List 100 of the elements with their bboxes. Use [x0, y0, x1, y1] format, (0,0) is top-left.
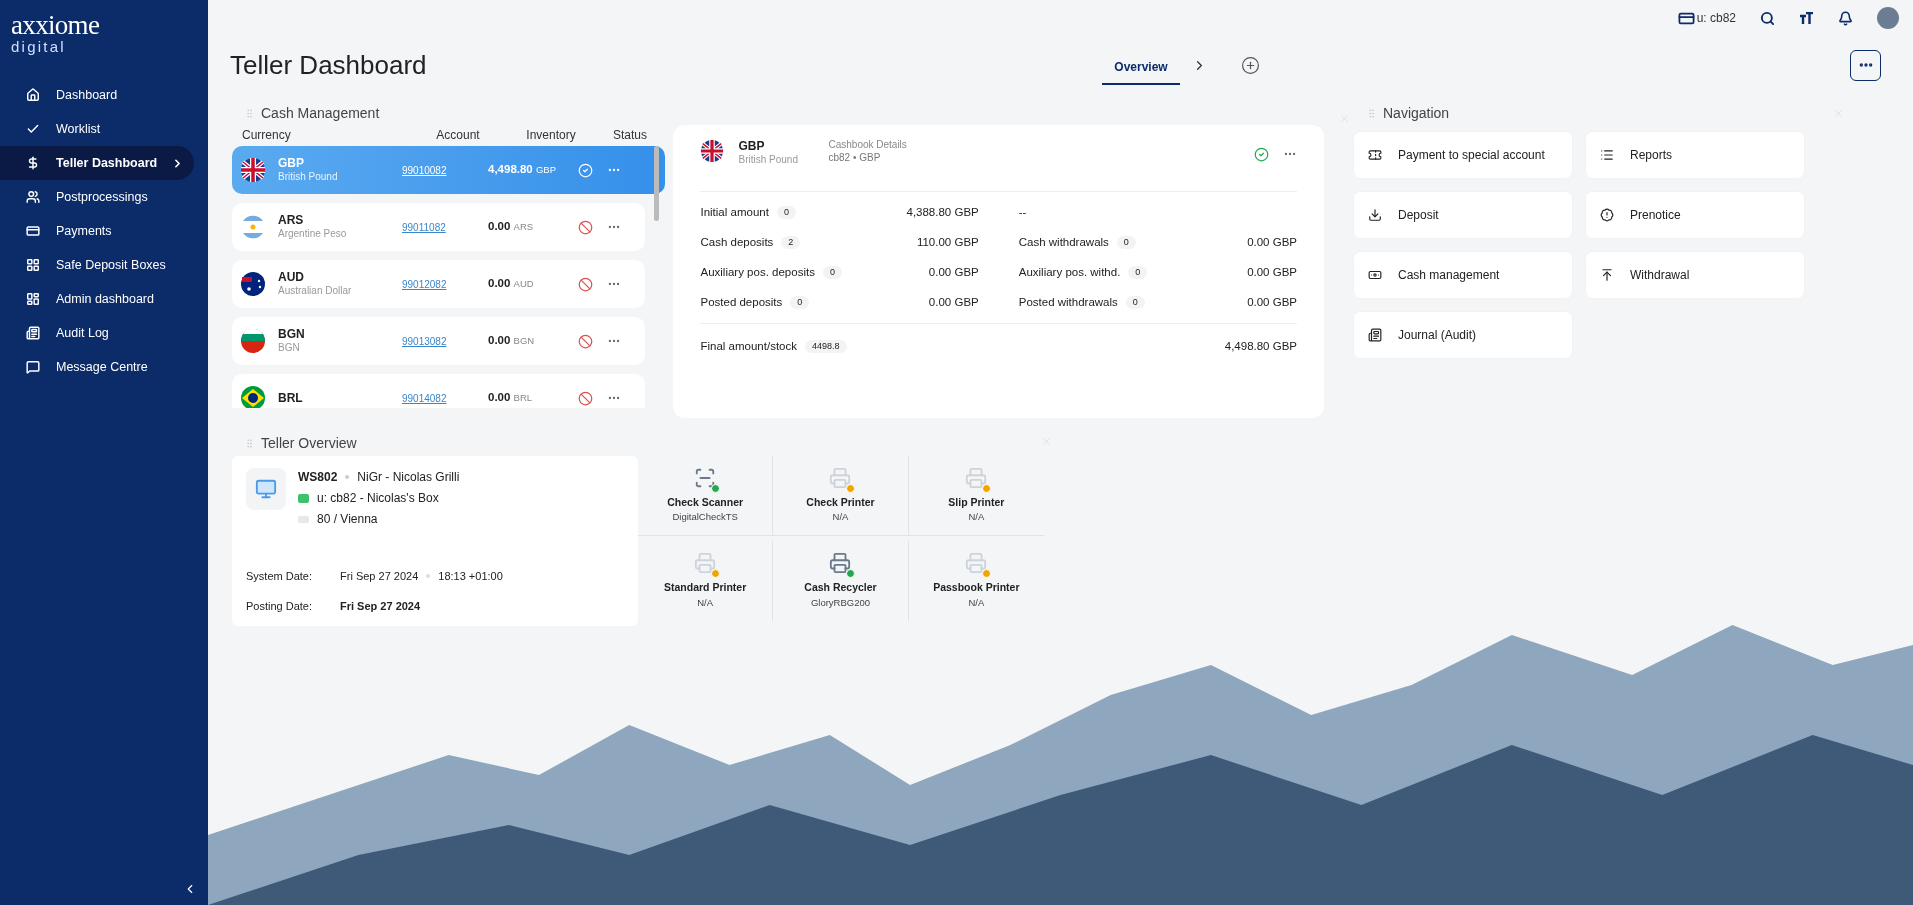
- currency-name: British Pound: [278, 171, 339, 184]
- message-icon: [26, 360, 40, 374]
- account-link[interactable]: 99012082: [402, 276, 472, 292]
- currency-name: British Pound: [738, 154, 799, 167]
- logo-wordmark: axxiome: [11, 12, 101, 39]
- currency-code: ARS: [278, 213, 305, 229]
- device-name: Passbook Printer: [933, 580, 1020, 595]
- branch-name: 80 / Vienna: [317, 511, 378, 528]
- currency-name: Australian Dollar: [278, 285, 353, 298]
- device-model: DigitalCheckTS: [672, 510, 738, 525]
- navigation-tile[interactable]: Deposit: [1354, 192, 1572, 238]
- add-tab-icon[interactable]: [1241, 55, 1260, 75]
- banknote-icon: [1368, 268, 1382, 282]
- row-label: Final amount/stock: [700, 339, 797, 354]
- flag-icon: [240, 328, 266, 354]
- currency-row[interactable]: BGN BGN 99013082 0.00 BGN: [232, 317, 646, 365]
- inventory-amount: 0.00 BRL: [488, 390, 534, 406]
- account-link[interactable]: 99011082: [402, 219, 472, 235]
- text-size-button[interactable]: [1799, 11, 1814, 25]
- amount-value: 0.00 GBP: [1247, 294, 1297, 310]
- monitor-icon: [255, 478, 277, 500]
- dashboard-icon: [26, 292, 40, 306]
- row-label: Cash deposits: [700, 234, 774, 250]
- navigation-tile[interactable]: Reports: [1586, 132, 1804, 178]
- amount-value: 110.00 GBP: [916, 234, 979, 250]
- cashbox-icon: [298, 493, 309, 503]
- sidebar-item[interactable]: Dashboard: [0, 78, 194, 112]
- cashbox-label: u: cb82: [1696, 10, 1736, 27]
- navigation-tile[interactable]: Cash management: [1354, 252, 1572, 298]
- column-header: Currency: [242, 127, 292, 144]
- newspaper-icon: [26, 326, 40, 340]
- workstation-id: WS802: [298, 469, 338, 486]
- column-header: Inventory: [525, 127, 577, 144]
- tab[interactable]: Overview: [1102, 51, 1180, 85]
- device-model: N/A: [968, 510, 985, 525]
- currency-row[interactable]: ARS Argentine Peso 99011082 0.00 ARS: [232, 203, 646, 251]
- navigation-tile[interactable]: Journal (Audit): [1354, 312, 1572, 358]
- currency-code: GBP: [738, 139, 766, 154]
- inventory-amount: 0.00 ARS: [488, 219, 535, 235]
- ticket-icon: [1368, 148, 1382, 162]
- navigation-tile[interactable]: Withdrawal: [1586, 252, 1804, 298]
- device-name: Standard Printer: [664, 580, 747, 595]
- drag-handle-icon[interactable]: [244, 437, 255, 449]
- sidebar-item[interactable]: Teller Dashboard: [0, 146, 194, 180]
- inventory-amount: 0.00 BGN: [488, 333, 536, 349]
- printer-icon: [965, 552, 988, 574]
- column-header: Account: [435, 127, 481, 144]
- device-model: N/A: [968, 595, 985, 610]
- download-icon: [1368, 208, 1382, 222]
- device-name: Cash Recycler: [804, 580, 877, 595]
- panel-title: Navigation: [1383, 103, 1450, 123]
- row-label: Posted withdrawals: [1018, 294, 1118, 310]
- device-model: N/A: [832, 510, 849, 525]
- printer-icon: [965, 466, 988, 489]
- avatar[interactable]: [1877, 7, 1899, 29]
- row-label: Auxiliary pos. withd.: [1018, 264, 1121, 280]
- count-badge: 0: [1128, 265, 1148, 280]
- upload-icon: [1600, 268, 1614, 282]
- card-icon: [26, 224, 40, 238]
- more-button[interactable]: [1850, 49, 1881, 81]
- date-label: Posting Date:: [246, 598, 314, 614]
- text-size-icon: [1799, 11, 1814, 25]
- sidebar-item[interactable]: Safe Deposit Boxes: [0, 248, 194, 282]
- device-model: GloryRBG200: [810, 595, 871, 610]
- account-link[interactable]: 99013082: [402, 333, 472, 349]
- cashbook-title: Cashbook Details: [828, 139, 907, 152]
- search-icon: [1760, 10, 1775, 26]
- amount-value: 4,388.80 GBP: [906, 204, 979, 220]
- amount-value: 4,498.80 GBP: [1224, 339, 1297, 354]
- printer-icon: [829, 466, 852, 489]
- notifications-button[interactable]: [1838, 10, 1853, 26]
- sidebar-item[interactable]: Audit Log: [0, 316, 194, 350]
- page-title: Teller Dashboard: [230, 48, 428, 82]
- sidebar-item[interactable]: Message Centre: [0, 350, 194, 384]
- sidebar-item[interactable]: Payments: [0, 214, 194, 248]
- search-button[interactable]: [1760, 10, 1775, 26]
- drag-handle-icon[interactable]: [244, 107, 255, 119]
- currency-code: AUD: [278, 270, 305, 286]
- system-date: Fri Sep 27 2024: [340, 569, 419, 584]
- count-badge: 4498.8: [805, 339, 847, 354]
- account-link[interactable]: 99014082: [402, 390, 472, 406]
- panel-title: Cash Management: [261, 103, 380, 123]
- currency-row[interactable]: AUD Australian Dollar 99012082 0.00 AUD: [232, 260, 646, 308]
- currency-row[interactable]: BRL 99014082 0.00 BRL: [232, 374, 646, 408]
- grid-icon: [26, 258, 40, 272]
- device-name: Slip Printer: [948, 494, 1005, 510]
- sidebar-item[interactable]: Admin dashboard: [0, 282, 194, 316]
- drag-handle-icon[interactable]: [1366, 107, 1377, 119]
- sidebar-item[interactable]: Worklist: [0, 112, 194, 146]
- sidebar-item[interactable]: Postprocessings: [0, 180, 194, 214]
- currency-code: BGN: [278, 327, 306, 343]
- logo-subtitle: digital: [11, 39, 67, 54]
- navigation-tile[interactable]: Payment to special account: [1354, 132, 1572, 178]
- amount-value: 0.00 GBP: [1247, 234, 1297, 250]
- navigation-tile[interactable]: Prenotice: [1586, 192, 1804, 238]
- device-name: Check Scanner: [667, 494, 744, 510]
- users-icon: [26, 190, 40, 204]
- flag-icon: [240, 214, 266, 240]
- count-badge: 0: [822, 265, 842, 280]
- flag-icon: [240, 271, 266, 297]
